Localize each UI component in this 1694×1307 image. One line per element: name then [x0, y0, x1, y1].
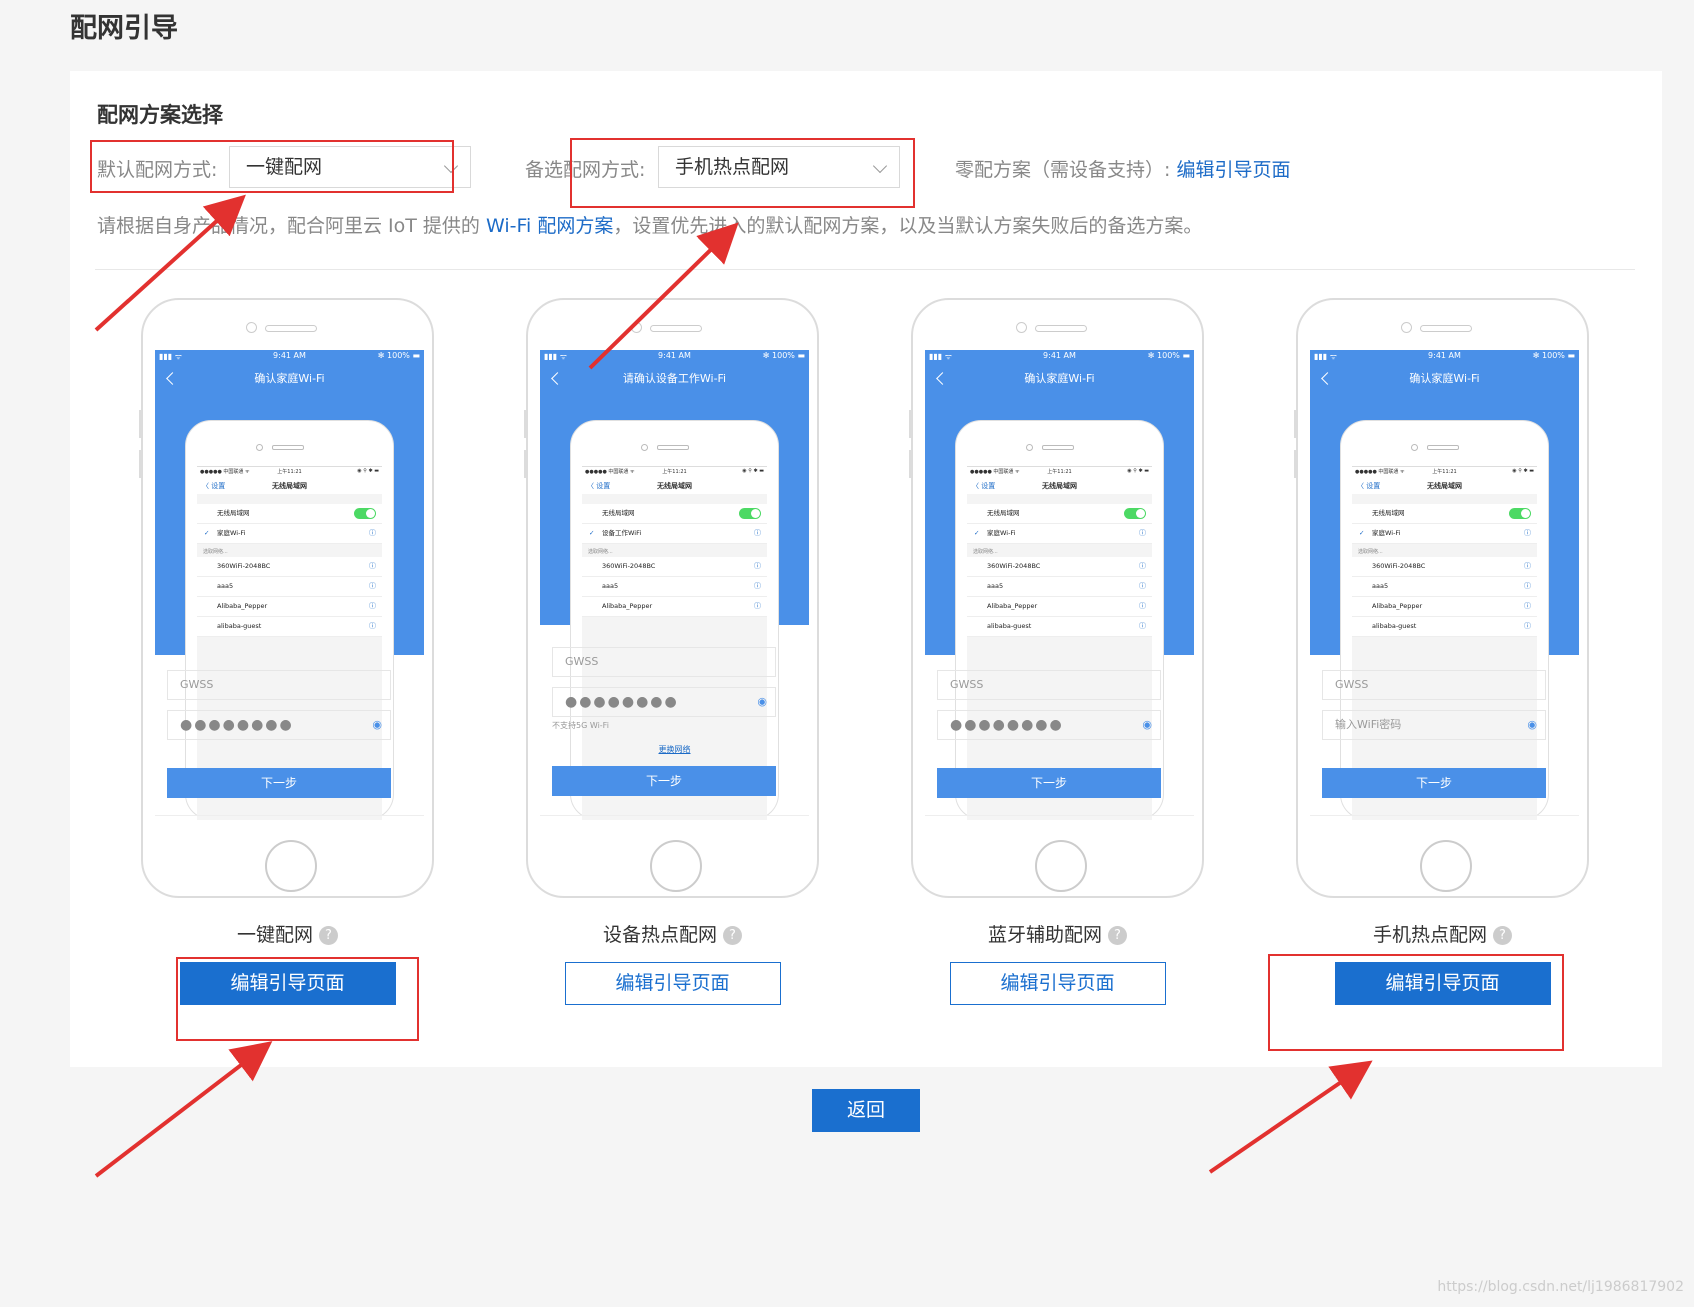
annotation-arrow — [94, 1041, 273, 1178]
annotation-arrow — [588, 222, 739, 370]
annotation-arrows — [94, 194, 1373, 1178]
watermark: https://blog.csdn.net/lj1986817902 — [1437, 1279, 1684, 1295]
annotation-arrow — [1208, 1060, 1373, 1174]
annotation-arrow — [94, 194, 246, 332]
